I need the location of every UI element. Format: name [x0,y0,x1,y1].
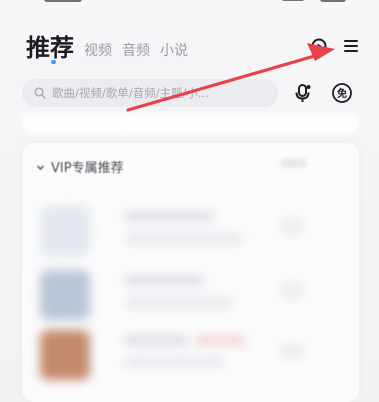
tab-recommend[interactable]: 推荐 [26,34,74,62]
item-subtitle-placeholder [124,298,234,307]
status-bar [0,0,379,6]
list-item[interactable] [40,330,320,380]
chevron-down-icon [36,157,45,176]
tab-video[interactable]: 视频 [84,42,112,62]
item-action-placeholder [280,344,304,358]
vip-section-title: VIP专属推荐 [51,161,124,176]
top-tabs: 推荐 视频 音频 小说 [26,28,188,62]
battery-icon [320,0,346,2]
item-tag-placeholder [194,336,246,345]
search-input[interactable]: 歌曲/视频/歌单/音频/主题/小... [22,79,278,107]
item-subtitle-placeholder [124,358,224,367]
item-subtitle-placeholder [124,234,244,243]
item-action-placeholder [280,284,304,298]
header-actions [309,36,361,56]
item-thumbnail [40,206,90,256]
item-title-placeholder [124,212,214,221]
item-title-placeholder [124,276,204,285]
list-item[interactable] [40,206,320,256]
banner-card[interactable] [22,115,359,133]
tab-novel[interactable]: 小说 [160,42,188,62]
free-badge-icon[interactable]: 免 [331,82,353,104]
menu-icon[interactable] [341,36,361,56]
music-app-screen: 推荐 视频 音频 小说 歌曲/视频/歌单/音频/主题/小... 免 VIP专属推… [0,0,379,402]
search-icon [34,84,46,103]
active-tab-indicator [51,60,56,64]
free-badge-label: 免 [337,87,347,100]
search-placeholder: 歌曲/视频/歌单/音频/主题/小... [52,86,209,100]
mic-icon[interactable] [292,82,314,104]
vip-section-header[interactable]: VIP专属推荐 [36,157,124,176]
status-time [44,0,82,2]
tab-audio[interactable]: 音频 [122,42,150,62]
item-action-placeholder [280,220,304,234]
item-thumbnail [40,270,90,320]
item-thumbnail [40,330,90,380]
list-item[interactable] [40,270,320,320]
signal-icon [282,0,304,1]
play-circle-icon[interactable] [309,36,329,56]
item-title-placeholder [124,336,188,345]
vip-more-link[interactable] [281,159,307,167]
